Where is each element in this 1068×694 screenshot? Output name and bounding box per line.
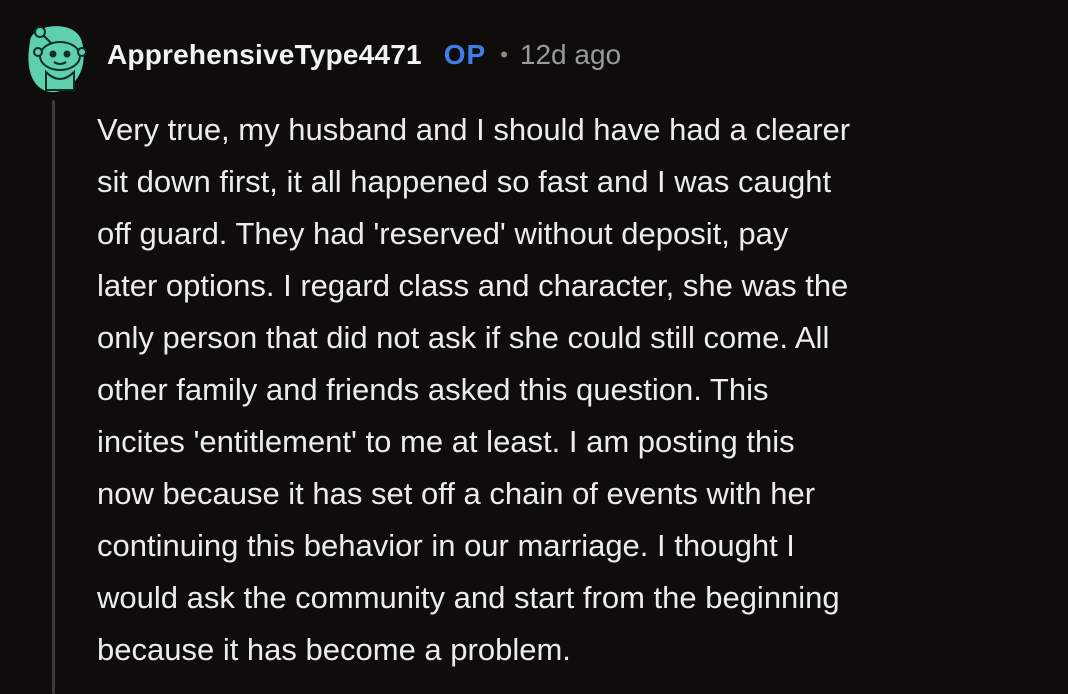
thread-line[interactable] xyxy=(52,100,55,694)
comment-body: Very true, my husband and I should have … xyxy=(97,104,1057,676)
comment-body-line: only person that did not ask if she coul… xyxy=(97,320,830,355)
comment-header: ApprehensiveType4471 OP • 12d ago xyxy=(107,33,621,77)
comment: ApprehensiveType4471 OP • 12d ago Very t… xyxy=(0,0,1068,694)
separator-dot: • xyxy=(500,42,508,67)
comment-body-line: because it has become a problem. xyxy=(97,632,571,667)
snoo-avatar-icon xyxy=(28,24,87,93)
comment-body-line: Very true, my husband and I should have … xyxy=(97,112,851,147)
op-badge: OP xyxy=(443,39,487,70)
author-username[interactable]: ApprehensiveType4471 xyxy=(107,39,422,71)
comment-body-line: other family and friends asked this ques… xyxy=(97,372,769,407)
comment-timestamp[interactable]: 12d ago xyxy=(520,39,621,71)
comment-body-line: incites 'entitlement' to me at least. I … xyxy=(97,424,795,459)
comment-body-line: continuing this behavior in our marriage… xyxy=(97,528,795,563)
comment-body-line: later options. I regard class and charac… xyxy=(97,268,849,303)
comment-body-line: would ask the community and start from t… xyxy=(97,580,840,615)
comment-body-line: now because it has set off a chain of ev… xyxy=(97,476,816,511)
user-avatar[interactable] xyxy=(22,12,88,94)
comment-body-line: off guard. They had 'reserved' without d… xyxy=(97,216,789,251)
comment-body-line: sit down first, it all happened so fast … xyxy=(97,164,832,199)
